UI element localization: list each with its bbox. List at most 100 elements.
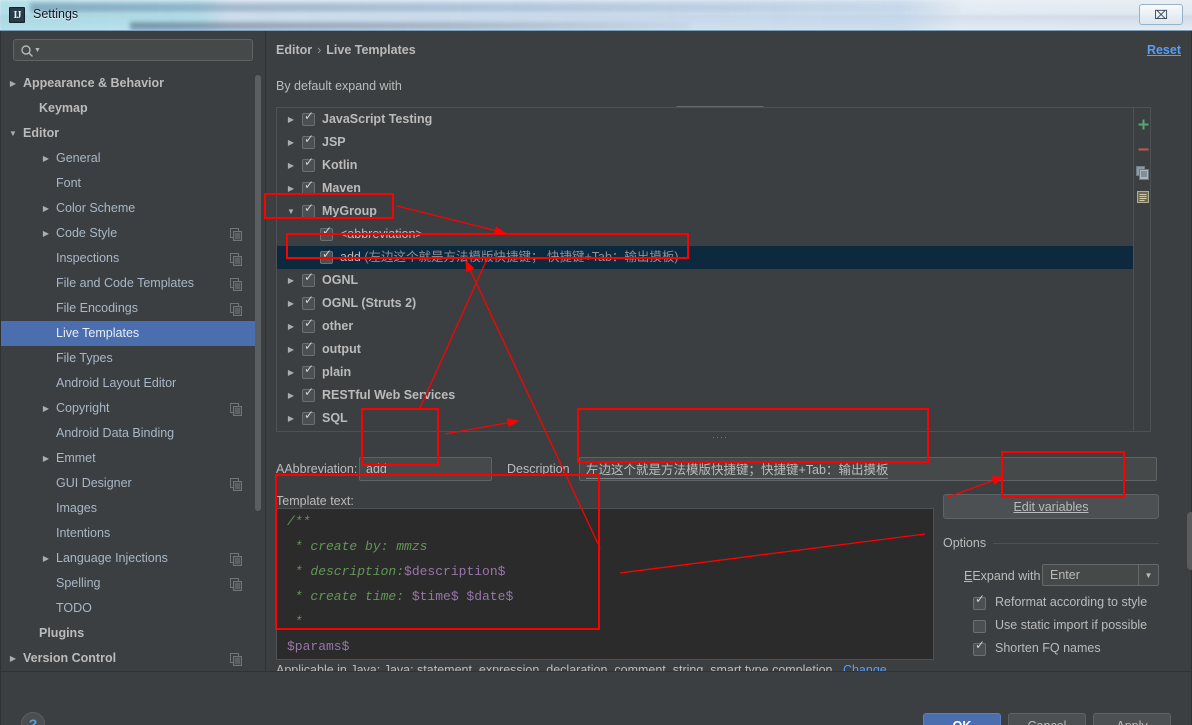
search-box[interactable]: ▼ bbox=[13, 39, 253, 61]
close-icon[interactable]: ⌧ bbox=[1139, 4, 1183, 25]
breadcrumb-parent[interactable]: Editor bbox=[276, 43, 312, 57]
sidebar-item-images[interactable]: Images bbox=[1, 496, 257, 521]
ok-button[interactable]: OK bbox=[923, 713, 1001, 725]
template-checkbox[interactable] bbox=[302, 363, 315, 379]
template-checkbox[interactable] bbox=[302, 133, 315, 149]
sidebar-item-file-types[interactable]: File Types bbox=[1, 346, 257, 371]
sidebar-item-file-and-code-templates[interactable]: File and Code Templates bbox=[1, 271, 257, 296]
help-icon[interactable]: ? bbox=[21, 712, 45, 725]
sidebar-item-appearance-behavior[interactable]: ▶ Appearance & Behavior bbox=[1, 71, 257, 96]
chevron-right-icon[interactable]: ▶ bbox=[40, 446, 52, 471]
chevron-right-icon[interactable]: ▶ bbox=[285, 269, 297, 292]
chevron-right-icon[interactable]: ▶ bbox=[285, 384, 297, 407]
template-checkbox[interactable] bbox=[302, 409, 315, 425]
sidebar-item-spelling[interactable]: Spelling bbox=[1, 571, 257, 596]
sidebar-item-live-templates[interactable]: Live Templates bbox=[1, 321, 257, 346]
edit-variables-button[interactable]: Edit variables bbox=[943, 494, 1159, 519]
sidebar-item-code-style[interactable]: ▶ Code Style bbox=[1, 221, 257, 246]
chevron-right-icon[interactable]: ▶ bbox=[40, 546, 52, 571]
template-list-item[interactable]: ▶ OGNL (Struts 2) bbox=[277, 292, 1135, 315]
sidebar-item-color-scheme[interactable]: ▶ Color Scheme bbox=[1, 196, 257, 221]
template-checkbox[interactable] bbox=[302, 179, 315, 195]
sidebar-item-general[interactable]: ▶ General bbox=[1, 146, 257, 171]
chevron-down-icon[interactable]: ▼ bbox=[1138, 565, 1158, 585]
sidebar-item-font[interactable]: Font bbox=[1, 171, 257, 196]
sidebar-scrollbar[interactable] bbox=[255, 75, 261, 511]
template-checkbox[interactable] bbox=[302, 294, 315, 310]
sidebar-item-gui-designer[interactable]: GUI Designer bbox=[1, 471, 257, 496]
template-list-item[interactable]: ▶ output bbox=[277, 338, 1135, 361]
chevron-down-icon[interactable]: ▼ bbox=[285, 200, 297, 223]
sidebar-item-intentions[interactable]: Intentions bbox=[1, 521, 257, 546]
chevron-right-icon[interactable]: ▶ bbox=[285, 131, 297, 154]
template-list-item[interactable]: <abbreviation> bbox=[277, 223, 1135, 246]
sidebar-item-file-encodings[interactable]: File Encodings bbox=[1, 296, 257, 321]
template-editor-scrollbar[interactable] bbox=[1187, 512, 1192, 570]
template-list-item[interactable]: ▶ JavaScript Testing bbox=[277, 108, 1135, 131]
chevron-right-icon[interactable]: ▶ bbox=[285, 407, 297, 430]
cancel-button[interactable]: Cancel bbox=[1008, 713, 1086, 725]
chevron-right-icon[interactable]: ▶ bbox=[285, 177, 297, 200]
plus-icon[interactable] bbox=[1135, 114, 1151, 134]
sidebar-item-android-data-binding[interactable]: Android Data Binding bbox=[1, 421, 257, 446]
expand-with-combo[interactable]: Enter ▼ bbox=[1042, 564, 1159, 586]
template-list-item[interactable]: add (左边这个就是方法模版快捷键； 快捷键+Tab：输出摸板) bbox=[277, 246, 1135, 269]
reset-link[interactable]: Reset bbox=[1147, 43, 1181, 57]
sidebar-item-android-layout-editor[interactable]: Android Layout Editor bbox=[1, 371, 257, 396]
description-value: 左边这个就是方法模版快捷键；快捷键+Tab：输出摸板 bbox=[586, 459, 889, 479]
template-checkbox[interactable] bbox=[302, 340, 315, 356]
chevron-right-icon[interactable]: ▶ bbox=[285, 315, 297, 338]
template-list-item[interactable]: ▶ plain bbox=[277, 361, 1135, 384]
sidebar-item-plugins[interactable]: Plugins bbox=[1, 621, 257, 646]
sidebar-item-label: General bbox=[56, 151, 101, 165]
chevron-right-icon[interactable]: ▶ bbox=[40, 221, 52, 246]
copy-icon[interactable] bbox=[1135, 163, 1151, 183]
chevron-right-icon[interactable]: ▶ bbox=[7, 646, 19, 671]
template-checkbox[interactable] bbox=[302, 110, 315, 126]
template-list-item[interactable]: ▶ other bbox=[277, 315, 1135, 338]
chevron-right-icon[interactable]: ▶ bbox=[285, 108, 297, 131]
apply-button[interactable]: Apply bbox=[1093, 713, 1171, 725]
template-list-item[interactable]: ▶ OGNL bbox=[277, 269, 1135, 292]
chevron-down-icon[interactable]: ▼ bbox=[7, 121, 19, 146]
sidebar-item-todo[interactable]: TODO bbox=[1, 596, 257, 621]
sidebar-item-editor[interactable]: ▼ Editor bbox=[1, 121, 257, 146]
chevron-right-icon[interactable]: ▶ bbox=[285, 292, 297, 315]
description-input[interactable]: 左边这个就是方法模版快捷键；快捷键+Tab：输出摸板 bbox=[579, 457, 1157, 481]
sidebar-item-label: Keymap bbox=[39, 101, 88, 115]
sidebar-item-copyright[interactable]: ▶ Copyright bbox=[1, 396, 257, 421]
sidebar-item-label: Android Layout Editor bbox=[56, 376, 177, 390]
minus-icon[interactable] bbox=[1135, 139, 1151, 159]
sidebar-item-keymap[interactable]: Keymap bbox=[1, 96, 257, 121]
chevron-right-icon[interactable]: ▶ bbox=[7, 71, 19, 96]
sidebar-item-inspections[interactable]: Inspections bbox=[1, 246, 257, 271]
template-checkbox[interactable] bbox=[302, 386, 315, 402]
template-checkbox[interactable] bbox=[302, 271, 315, 287]
template-list-item[interactable]: ▶ RESTful Web Services bbox=[277, 384, 1135, 407]
template-checkbox[interactable] bbox=[302, 317, 315, 333]
template-checkbox[interactable] bbox=[320, 225, 333, 241]
sidebar-item-version-control[interactable]: ▶ Version Control bbox=[1, 646, 257, 671]
duplicate-icon[interactable] bbox=[1135, 187, 1151, 207]
template-checkbox[interactable] bbox=[320, 248, 333, 264]
templates-list[interactable]: ▶ JavaScript Testing ▶ JSP ▶ Kotlin ▶ Maven ▼ MyG… bbox=[277, 108, 1135, 431]
template-list-item[interactable]: ▶ SQL bbox=[277, 407, 1135, 430]
template-list-item[interactable]: ▶ JSP bbox=[277, 131, 1135, 154]
template-text-editor[interactable]: /** * create by: mmzs * description:$des… bbox=[276, 508, 934, 660]
chevron-right-icon[interactable]: ▶ bbox=[40, 146, 52, 171]
template-list-item[interactable]: ▶ Maven bbox=[277, 177, 1135, 200]
sidebar-item-language-injections[interactable]: ▶ Language Injections bbox=[1, 546, 257, 571]
template-checkbox[interactable] bbox=[302, 202, 315, 218]
panel-resize-handle[interactable]: ···· bbox=[707, 432, 733, 442]
template-checkbox[interactable] bbox=[302, 156, 315, 172]
chevron-right-icon[interactable]: ▶ bbox=[285, 338, 297, 361]
abbreviation-input[interactable]: add bbox=[359, 457, 492, 481]
template-list-item[interactable]: ▶ Kotlin bbox=[277, 154, 1135, 177]
template-list-item[interactable]: ▼ MyGroup bbox=[277, 200, 1135, 223]
sidebar-item-emmet[interactable]: ▶ Emmet bbox=[1, 446, 257, 471]
search-input[interactable] bbox=[40, 42, 246, 59]
chevron-right-icon[interactable]: ▶ bbox=[40, 196, 52, 221]
chevron-right-icon[interactable]: ▶ bbox=[285, 361, 297, 384]
chevron-right-icon[interactable]: ▶ bbox=[285, 154, 297, 177]
chevron-right-icon[interactable]: ▶ bbox=[40, 396, 52, 421]
